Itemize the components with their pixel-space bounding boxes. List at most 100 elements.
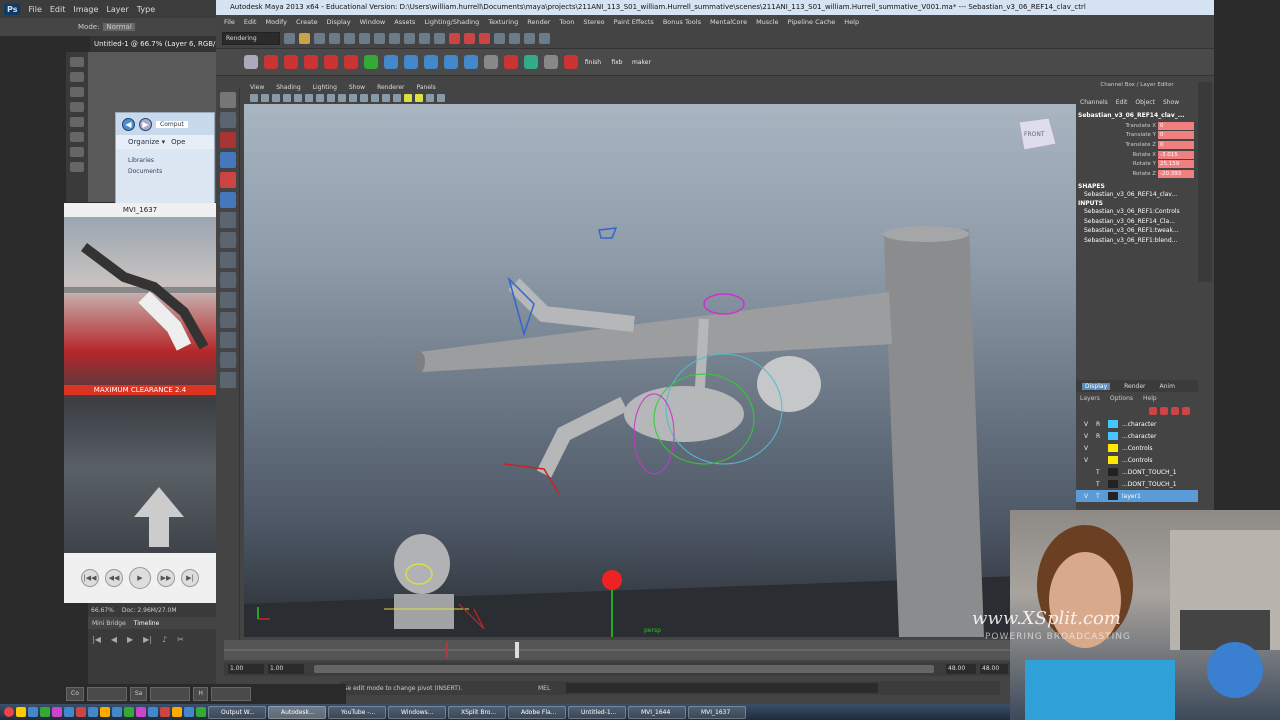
shelf-tool-icon[interactable]	[324, 55, 338, 69]
shelf-tool-icon[interactable]	[544, 55, 558, 69]
maya-viewport[interactable]: FRONT persp	[244, 104, 1076, 637]
maya-menu-item[interactable]: Display	[327, 18, 351, 26]
maya-menu-item[interactable]: Assets	[394, 18, 415, 26]
maya-menu-item[interactable]: Lighting/Shading	[424, 18, 479, 26]
taskbar-autodesk[interactable]: Autodesk...	[268, 705, 326, 719]
shelf-tool-icon[interactable]	[384, 55, 398, 69]
taskbar-mvi-1637[interactable]: MVI_1637	[688, 705, 746, 719]
minimized-window[interactable]: H	[193, 687, 208, 701]
maya-menu-item[interactable]: File	[224, 18, 235, 26]
shape-item[interactable]: Sebastian_v3_06_REF14_clav...	[1076, 190, 1198, 200]
smooth-shade-icon[interactable]	[371, 94, 379, 102]
attr-value-field[interactable]: -3.015	[1158, 150, 1194, 159]
layers-menu[interactable]: Layers	[1080, 395, 1100, 402]
wireframe-on-shaded-icon[interactable]	[382, 94, 390, 102]
shelf-tool-icon[interactable]	[524, 55, 538, 69]
channel-box-menu-show[interactable]: Show	[1163, 99, 1179, 106]
move-layer-down-icon[interactable]	[1160, 407, 1168, 415]
second-character[interactable]	[384, 534, 485, 630]
viewport-menu-renderer[interactable]: Renderer	[377, 84, 404, 91]
lights-icon[interactable]	[404, 94, 412, 102]
snap-plane-icon[interactable]	[419, 32, 430, 44]
shelf-tool-icon[interactable]	[404, 55, 418, 69]
maya-menu-item[interactable]: Paint Effects	[614, 18, 654, 26]
warning-icon[interactable]	[16, 707, 26, 717]
shelf-tool-icon[interactable]	[424, 55, 438, 69]
lasso-tool-icon[interactable]	[220, 112, 236, 128]
isolate-select-icon[interactable]	[426, 94, 434, 102]
attribute-editor-icon[interactable]	[509, 32, 520, 44]
attr-value-field[interactable]: 0	[1158, 121, 1194, 130]
shelf-tool-icon[interactable]	[504, 55, 518, 69]
ps-menu-image[interactable]: Image	[73, 5, 98, 14]
explorer-address[interactable]: Comput	[156, 120, 188, 128]
app-icon[interactable]	[196, 707, 206, 717]
ps-mode-select[interactable]: Normal	[103, 23, 135, 31]
documents-item[interactable]: Documents	[128, 166, 202, 177]
layer-row[interactable]: T ...DONT_TOUCH_1	[1076, 478, 1198, 490]
help-menu[interactable]: Help	[1143, 395, 1157, 402]
app-icon[interactable]	[148, 707, 158, 717]
minimized-window[interactable]	[210, 687, 251, 701]
viewport-menu-show[interactable]: Show	[349, 84, 365, 91]
attr-translate-y[interactable]: Translate Y 0	[1076, 131, 1198, 141]
shelf-tool-icon[interactable]	[484, 55, 498, 69]
app-icon[interactable]	[64, 707, 74, 717]
channel-box-menu-channels[interactable]: Channels	[1080, 99, 1108, 106]
timeline-first-frame-icon[interactable]: |◀	[92, 635, 101, 644]
input-item[interactable]: Sebastian_v3_06_REF1:tweak...	[1076, 226, 1198, 236]
minimized-window[interactable]	[86, 687, 127, 701]
shelf-maker-button[interactable]: maker	[632, 59, 651, 66]
photoshop-doc-tab[interactable]: Untitled-1 @ 66.7% (Layer 6, RGB/	[90, 36, 216, 52]
minimized-window[interactable]	[150, 687, 191, 701]
time-slider[interactable]	[224, 640, 1010, 660]
shelf-tool-icon[interactable]	[364, 55, 378, 69]
ps-menu-layer[interactable]: Layer	[106, 5, 128, 14]
libraries-item[interactable]: Libraries	[128, 155, 202, 166]
layer-row[interactable]: T ...DONT_TOUCH_1	[1076, 466, 1198, 478]
field-chart-icon[interactable]	[338, 94, 346, 102]
crop-tool-icon[interactable]	[70, 117, 84, 127]
safe-action-icon[interactable]	[349, 94, 357, 102]
render-settings-icon[interactable]	[479, 32, 490, 44]
brush-tool-icon[interactable]	[70, 102, 84, 112]
minimized-window[interactable]: Sa	[129, 687, 148, 701]
app-icon[interactable]	[172, 707, 182, 717]
maya-menu-item[interactable]: Render	[527, 18, 550, 26]
locator-marker[interactable]	[602, 570, 622, 590]
textured-icon[interactable]	[393, 94, 401, 102]
paint-select-icon[interactable]	[220, 132, 236, 148]
shelf-tool-icon[interactable]	[344, 55, 358, 69]
viewport-menu-panels[interactable]: Panels	[416, 84, 435, 91]
tab-anim[interactable]: Anim	[1160, 383, 1175, 390]
timeline-scissors-icon[interactable]: ✂	[177, 635, 184, 644]
layer-color-swatch[interactable]	[1108, 444, 1118, 452]
layer-color-swatch[interactable]	[1108, 492, 1118, 500]
app-icon[interactable]	[136, 707, 146, 717]
maya-menu-item[interactable]: Pipeline Cache	[788, 18, 836, 26]
tab-mini-bridge[interactable]: Mini Bridge	[92, 620, 126, 627]
attribute-editor-side-tab[interactable]	[1198, 82, 1212, 282]
maya-menu-item[interactable]: Modify	[265, 18, 287, 26]
tab-render[interactable]: Render	[1124, 383, 1145, 390]
channel-box-menu-object[interactable]: Object	[1135, 99, 1155, 106]
shelf-fixb-button[interactable]: fixb	[608, 59, 626, 66]
taskbar-windows[interactable]: Windows...	[388, 705, 446, 719]
back-icon[interactable]: ◀	[122, 117, 135, 131]
image-plane-icon[interactable]	[283, 94, 291, 102]
maya-menu-item[interactable]: MentalCore	[710, 18, 747, 26]
rewind-icon[interactable]: ◀◀	[105, 569, 123, 587]
layout-two-icon[interactable]	[220, 292, 236, 308]
viewport-menu-lighting[interactable]: Lighting	[313, 84, 337, 91]
taskbar-adobe-flash[interactable]: Adobe Fla...	[508, 705, 566, 719]
app-icon[interactable]	[88, 707, 98, 717]
app-icon[interactable]	[124, 707, 134, 717]
app-icon[interactable]	[52, 707, 62, 717]
organize-button[interactable]: Organize ▾	[128, 138, 165, 146]
ipr-render-icon[interactable]	[464, 32, 475, 44]
open-scene-icon[interactable]	[299, 32, 310, 44]
select-tool-icon[interactable]	[220, 92, 236, 108]
play-icon[interactable]: ▶	[129, 567, 151, 589]
app-icon[interactable]	[76, 707, 86, 717]
layer-row-selected[interactable]: V T layer1	[1076, 490, 1198, 502]
